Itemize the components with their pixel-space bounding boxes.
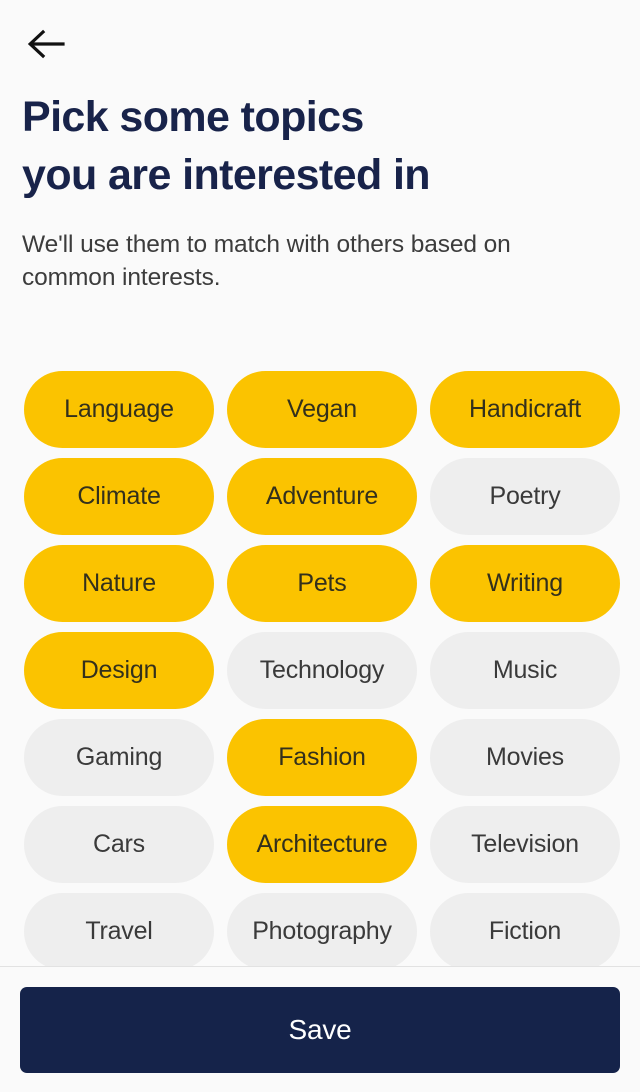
topic-chip-movies[interactable]: Movies <box>430 719 620 796</box>
topic-chip-language[interactable]: Language <box>24 371 214 448</box>
bottom-action-bar: Save <box>0 966 640 1092</box>
header-block: Pick some topics you are interested in W… <box>0 88 640 294</box>
page-title: Pick some topics you are interested in <box>22 93 431 199</box>
topic-chip-pets[interactable]: Pets <box>227 545 417 622</box>
save-button[interactable]: Save <box>20 986 620 1073</box>
topic-chip-vegan[interactable]: Vegan <box>227 371 417 448</box>
topic-chip-architecture[interactable]: Architecture <box>227 806 417 883</box>
topic-chip-music[interactable]: Music <box>430 632 620 709</box>
topic-chip-poetry[interactable]: Poetry <box>430 458 620 535</box>
topic-chip-nature[interactable]: Nature <box>24 545 214 622</box>
back-button[interactable] <box>18 16 74 72</box>
topic-chip-cars[interactable]: Cars <box>24 806 214 883</box>
topic-chip-gaming[interactable]: Gaming <box>24 719 214 796</box>
topic-chip-handicraft[interactable]: Handicraft <box>430 371 620 448</box>
topic-chip-fashion[interactable]: Fashion <box>227 719 417 796</box>
topic-chip-television[interactable]: Television <box>430 806 620 883</box>
topic-chip-photography[interactable]: Photography <box>227 893 417 966</box>
topic-chip-writing[interactable]: Writing <box>430 545 620 622</box>
arrow-left-icon <box>27 29 65 59</box>
topic-chip-fiction[interactable]: Fiction <box>430 893 620 966</box>
topic-chip-adventure[interactable]: Adventure <box>227 458 417 535</box>
topics-grid: Language Vegan Handicraft Climate Adventure P… <box>0 371 640 966</box>
topics-scroll-area[interactable]: Language Vegan Handicraft Climate Adventure P… <box>0 371 640 966</box>
page-subtitle: We'll use them to match with others base… <box>22 231 511 291</box>
top-bar <box>0 0 640 88</box>
topic-chip-travel[interactable]: Travel <box>24 893 214 966</box>
topic-chip-climate[interactable]: Climate <box>24 458 214 535</box>
topic-chip-design[interactable]: Design <box>24 632 214 709</box>
topic-chip-technology[interactable]: Technology <box>227 632 417 709</box>
